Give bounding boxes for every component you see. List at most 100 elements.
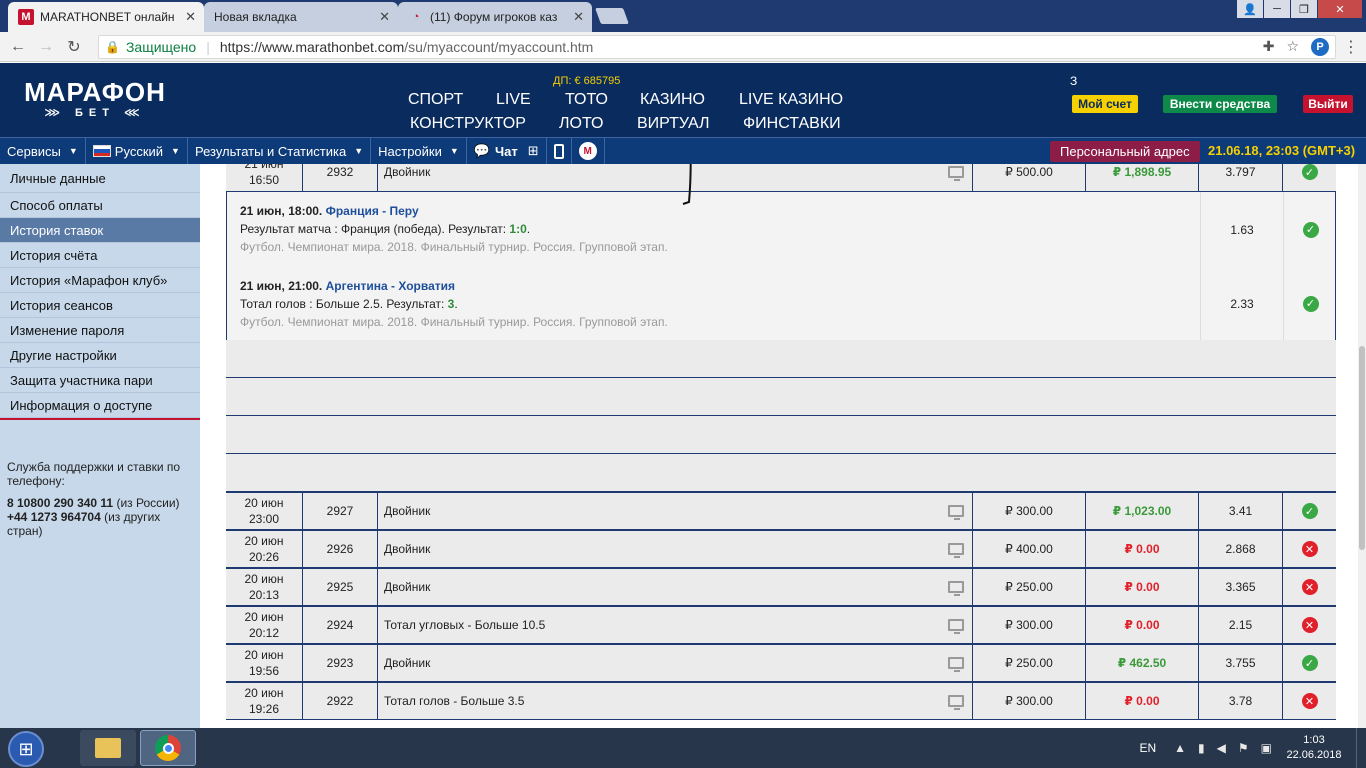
tab-new-tab[interactable]: Новая вкладка ✕ xyxy=(204,2,398,32)
sidebar-item-access-info[interactable]: Информация о доступе xyxy=(0,393,200,418)
event-datetime: 21 июн, 18:00. xyxy=(240,204,323,218)
network-icon[interactable]: ⚑ xyxy=(1238,741,1249,755)
bet-payout: ₽ 0.00 xyxy=(1086,569,1199,605)
support-block: Служба поддержки и ставки по телефону: 8… xyxy=(0,420,200,538)
sidebar-item-account-history[interactable]: История счёта xyxy=(0,243,200,268)
check-circle-icon: ✓ xyxy=(1302,295,1319,312)
windows-taskbar: ⊞ EN ▲ ▮ ◀ ⚑ ▣ 1:03 22.06.2018 xyxy=(0,728,1366,768)
forward-icon[interactable]: → xyxy=(32,38,60,56)
extension-puzzle-icon[interactable]: ✚ xyxy=(1263,38,1275,55)
logo[interactable]: МАРАФОН ⋙ БЕТ ⋘ xyxy=(24,79,166,119)
extension-p-icon[interactable]: P xyxy=(1311,37,1329,56)
bet-date-time: 20:13 xyxy=(248,588,280,602)
sidebar-item-other-settings[interactable]: Другие настройки xyxy=(0,343,200,368)
nav-live-casino[interactable]: LIVE КАЗИНО xyxy=(739,91,843,109)
nav-sport[interactable]: СПОРТ xyxy=(408,91,463,109)
taskbar-chrome[interactable] xyxy=(140,730,196,766)
results-menu[interactable]: Результаты и Статистика ▼ xyxy=(188,137,372,165)
language-menu[interactable]: Русский ▼ xyxy=(86,137,188,165)
monitor-icon[interactable] xyxy=(948,581,964,596)
close-icon[interactable]: ✕ xyxy=(573,9,584,25)
sidebar-item-bet-history[interactable]: История ставок xyxy=(0,218,200,243)
table-row[interactable]: 20 июн 23:00 2927 Двойник ₽ 300.00 ₽ 1,023.00… xyxy=(226,492,1336,530)
table-row[interactable]: 21 июн 16:50 2932 Двойник ₽ 500.00 ₽ 1,8… xyxy=(226,164,1336,192)
minimize-button[interactable]: ─ xyxy=(1264,0,1290,18)
chat-button[interactable]: 💬 Чат ⊞ xyxy=(467,137,547,165)
sidebar-item-bettor-protection[interactable]: Защита участника пари xyxy=(0,368,200,393)
language-label: Русский xyxy=(114,143,164,159)
monitor-icon[interactable] xyxy=(948,505,964,520)
monitor-icon[interactable] xyxy=(948,543,964,558)
table-row[interactable]: 20 июн 19:26 2922 Тотал голов - Больше 3.5 ₽… xyxy=(226,682,1336,720)
event-result: 1:0 xyxy=(509,222,527,236)
monitor-icon[interactable] xyxy=(948,166,964,181)
nav-casino[interactable]: КАЗИНО xyxy=(640,91,705,109)
bet-date: 20 июн 20:13 xyxy=(226,569,303,605)
services-menu[interactable]: Сервисы ▼ xyxy=(0,137,86,165)
notification-icon[interactable]: ▣ xyxy=(1261,741,1272,755)
language-indicator[interactable]: EN xyxy=(1139,741,1156,755)
settings-menu[interactable]: Настройки ▼ xyxy=(371,137,467,165)
event-teams[interactable]: Аргентина - Хорватия xyxy=(326,279,455,293)
close-icon[interactable]: ✕ xyxy=(185,9,196,25)
volume-icon[interactable]: ◀ xyxy=(1217,741,1226,755)
new-tab-button[interactable] xyxy=(595,8,629,24)
nav-finstavki[interactable]: ФИНСТАВКИ xyxy=(743,115,841,133)
nav-virtual[interactable]: ВИРТУАЛ xyxy=(637,115,710,133)
monitor-icon[interactable] xyxy=(948,695,964,710)
tab-forum[interactable]: ◔ (11) Форум игроков каз ✕ xyxy=(398,2,592,32)
taskbar-explorer[interactable] xyxy=(80,730,136,766)
bet-date-day: 20 июн xyxy=(244,496,284,510)
bookmark-star-icon[interactable]: ☆ xyxy=(1286,38,1299,55)
current-datetime: 21.06.18, 23:03 (GMT+3) xyxy=(1208,143,1356,158)
sidebar-item-payment-method[interactable]: Способ оплаты xyxy=(0,193,200,218)
reload-icon[interactable]: ↻ xyxy=(60,37,88,57)
sidebar-item-session-history[interactable]: История сеансов xyxy=(0,293,200,318)
back-icon[interactable]: ← xyxy=(4,38,32,56)
start-button[interactable]: ⊞ xyxy=(8,731,44,767)
close-window-button[interactable]: ✕ xyxy=(1318,0,1362,18)
table-row[interactable]: 20 июн 20:12 2924 Тотал угловых - Больше 10… xyxy=(226,606,1336,644)
deposit-button[interactable]: Внести средства xyxy=(1163,95,1277,113)
tab-marathonbet[interactable]: M MARATHONBET онлайн ✕ xyxy=(8,2,204,32)
sidebar-item-personal-data[interactable]: Личные данные xyxy=(0,164,200,193)
window-controls: 👤 ─ ❐ ✕ xyxy=(1236,0,1362,18)
monitor-icon[interactable] xyxy=(948,657,964,672)
close-icon[interactable]: ✕ xyxy=(379,9,390,25)
event-teams[interactable]: Франция - Перу xyxy=(326,204,419,218)
bet-status: ✕ xyxy=(1283,683,1336,719)
bet-date: 20 июн 19:56 xyxy=(226,645,303,681)
marathon-circle-icon: M xyxy=(578,142,597,160)
bet-date: 21 июн 16:50 xyxy=(226,164,303,191)
tray-arrow-icon[interactable]: ▲ xyxy=(1174,741,1186,755)
table-row[interactable]: 20 июн 19:56 2923 Двойник ₽ 250.00 ₽ 462.50 3.… xyxy=(226,644,1336,682)
event-status: ✓ xyxy=(1284,267,1337,340)
nav-toto[interactable]: ТОТО xyxy=(565,91,608,109)
maximize-button[interactable]: ❐ xyxy=(1291,0,1317,18)
event-league: Футбол. Чемпионат мира. 2018. Финальный … xyxy=(240,240,668,254)
mobile-button[interactable] xyxy=(547,137,572,165)
nav-constructor[interactable]: КОНСТРУКТОР xyxy=(410,115,526,133)
logout-button[interactable]: Выйти xyxy=(1303,95,1353,113)
marathon-club-button[interactable]: M xyxy=(572,137,605,165)
signal-icon[interactable]: ▮ xyxy=(1198,741,1205,755)
user-icon[interactable]: 👤 xyxy=(1237,0,1263,18)
personal-address-button[interactable]: Персональный адрес xyxy=(1050,141,1200,162)
my-account-button[interactable]: Мой счет xyxy=(1072,95,1138,113)
event-market: Тотал голов : Больше 2.5. Результат: 3. xyxy=(240,297,458,311)
cross-circle-icon: ✕ xyxy=(1301,693,1318,709)
browser-menu-icon[interactable]: ⋮ xyxy=(1336,37,1366,57)
tab-title: MARATHONBET онлайн xyxy=(40,10,175,24)
monitor-icon[interactable] xyxy=(948,619,964,634)
show-desktop-button[interactable] xyxy=(1356,728,1366,768)
omnibox[interactable]: 🔒 Защищено | https://www.marathonbet.com… xyxy=(98,34,1336,59)
nav-loto[interactable]: ЛОТО xyxy=(559,115,603,133)
nav-live[interactable]: LIVE xyxy=(496,91,531,109)
scrollbar-thumb[interactable] xyxy=(1359,346,1365,550)
system-clock[interactable]: 1:03 22.06.2018 xyxy=(1284,733,1344,763)
bet-history-content: 21 июн 16:50 2932 Двойник ₽ 500.00 ₽ 1,8… xyxy=(200,164,1358,728)
table-row[interactable]: 20 июн 20:13 2925 Двойник ₽ 250.00 ₽ 0.00 3.36… xyxy=(226,568,1336,606)
table-row[interactable]: 20 июн 20:26 2926 Двойник ₽ 400.00 ₽ 0.00 2.86… xyxy=(226,530,1336,568)
sidebar-item-club-history[interactable]: История «Марафон клуб» xyxy=(0,268,200,293)
sidebar-item-change-password[interactable]: Изменение пароля xyxy=(0,318,200,343)
